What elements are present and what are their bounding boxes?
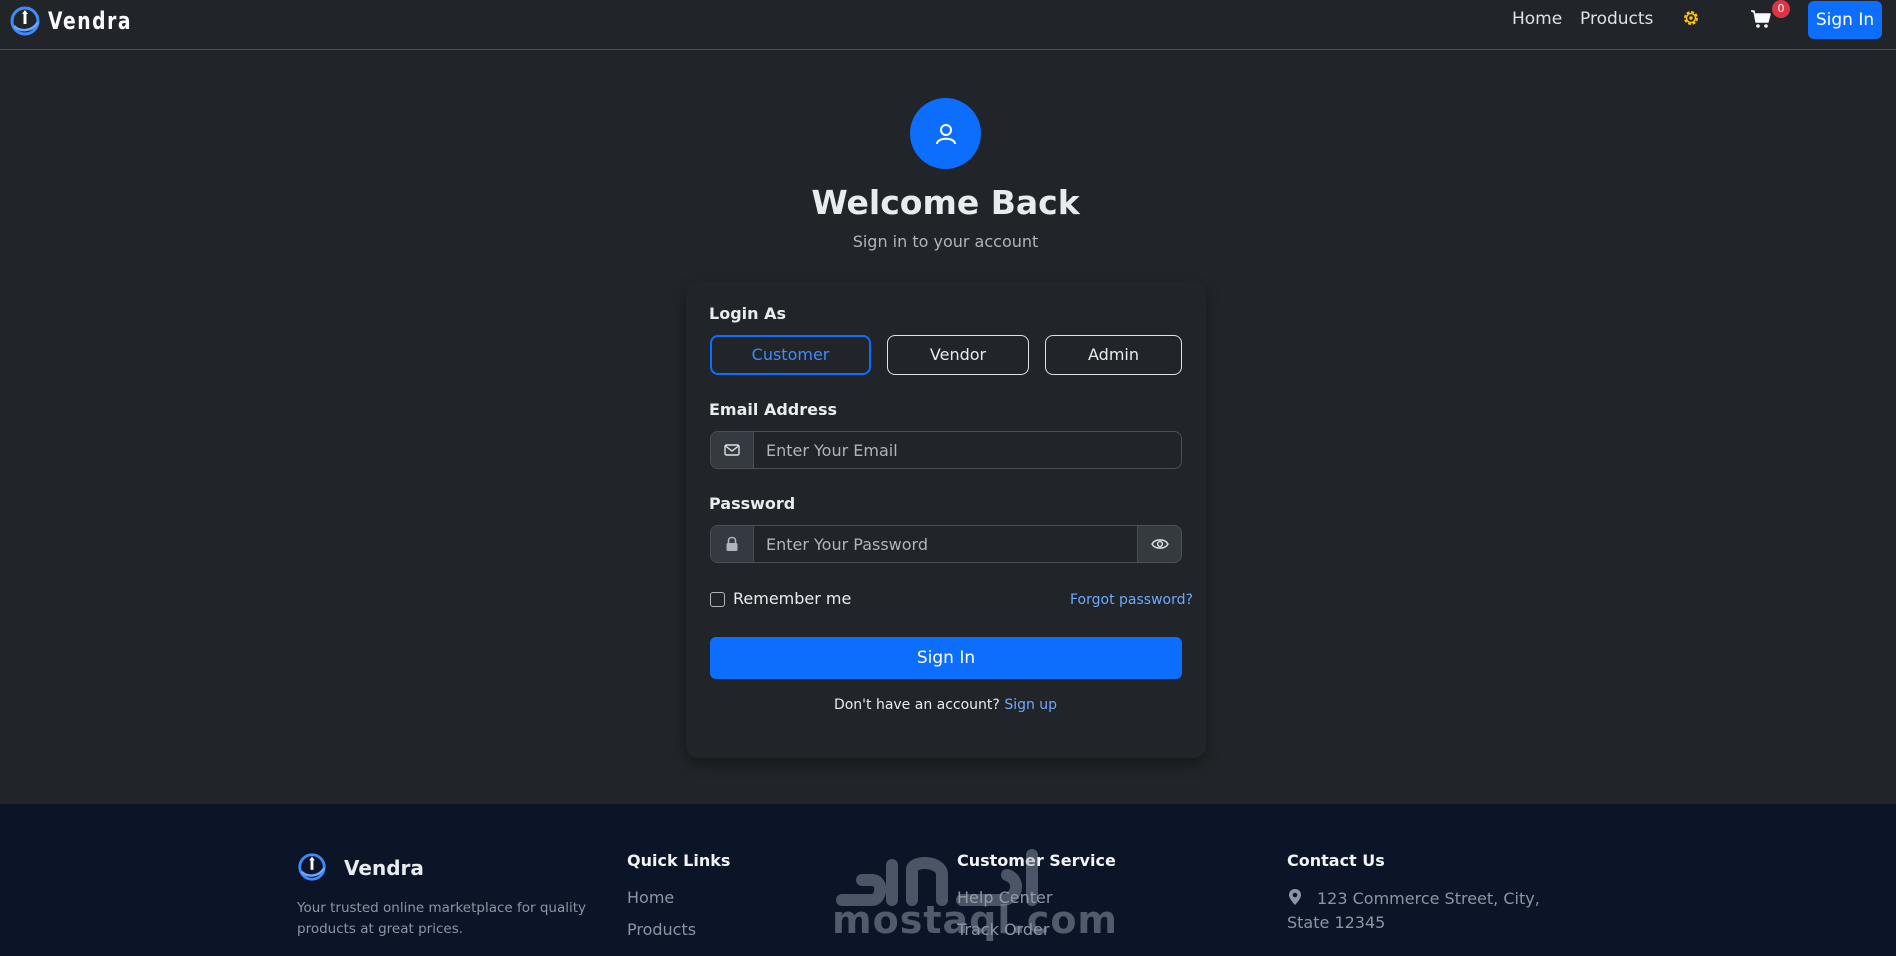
brand-name: Vendra xyxy=(48,7,133,35)
vendra-logo-icon xyxy=(10,6,40,36)
page-subtitle: Sign in to your account xyxy=(852,232,1039,251)
user-icon xyxy=(935,123,956,144)
password-visibility-toggle[interactable] xyxy=(1137,526,1181,562)
cart-count-badge: 0 xyxy=(1772,0,1790,18)
login-as-label: Login As xyxy=(709,304,786,323)
nav-signin-button[interactable]: Sign In xyxy=(1808,1,1882,39)
footer-address: 123 Commerce Street, City, State 12345 xyxy=(1287,887,1587,935)
signup-prompt: Don't have an account? Sign up xyxy=(0,697,1891,713)
password-label: Password xyxy=(709,494,796,513)
brand[interactable]: Vendra xyxy=(8,4,156,38)
footer-brand: Vendra xyxy=(344,856,424,880)
eye-icon xyxy=(1150,539,1169,549)
lock-icon xyxy=(726,536,738,551)
footer-address-text: 123 Commerce Street, City, State 12345 xyxy=(1287,889,1540,932)
top-navbar: Vendra Home Products 0 Sign In xyxy=(0,0,1896,50)
remember-me-label[interactable]: Remember me xyxy=(733,589,851,608)
nav-link-home[interactable]: Home xyxy=(1512,9,1562,29)
role-customer-button[interactable]: Customer xyxy=(710,335,871,375)
nav-link-products[interactable]: Products xyxy=(1580,9,1653,29)
footer-contact-heading: Contact Us xyxy=(1287,851,1385,870)
footer-vendra-logo-icon xyxy=(298,853,326,881)
password-field[interactable] xyxy=(754,526,1137,562)
role-vendor-button[interactable]: Vendor xyxy=(887,335,1029,375)
remember-me-checkbox[interactable] xyxy=(710,592,725,607)
location-pin-icon xyxy=(1289,889,1301,905)
email-label: Email Address xyxy=(709,400,838,419)
footer-description: Your trusted online marketplace for qual… xyxy=(297,900,587,937)
signup-link[interactable]: Sign up xyxy=(1004,697,1057,713)
envelope-icon xyxy=(724,444,740,456)
forgot-password-link[interactable]: Forgot password? xyxy=(1070,592,1193,608)
footer-link-home[interactable]: Home xyxy=(627,888,674,907)
page-title: Welcome Back xyxy=(811,183,1080,222)
envelope-addon xyxy=(711,432,754,468)
password-input-group xyxy=(710,525,1182,563)
role-admin-button[interactable]: Admin xyxy=(1045,335,1182,375)
email-field[interactable] xyxy=(754,432,1181,468)
lock-addon xyxy=(711,526,754,562)
gear-icon[interactable] xyxy=(1681,8,1701,28)
user-avatar xyxy=(910,98,981,169)
email-input-group xyxy=(710,431,1182,469)
footer-link-products[interactable]: Products xyxy=(627,920,696,939)
signin-submit-button[interactable]: Sign In xyxy=(710,637,1182,679)
no-account-text: Don't have an account? xyxy=(833,697,1000,713)
cart-icon[interactable] xyxy=(1750,8,1772,30)
footer-quick-links-heading: Quick Links xyxy=(627,851,731,870)
watermark-text: mostaql.com xyxy=(832,898,1119,942)
